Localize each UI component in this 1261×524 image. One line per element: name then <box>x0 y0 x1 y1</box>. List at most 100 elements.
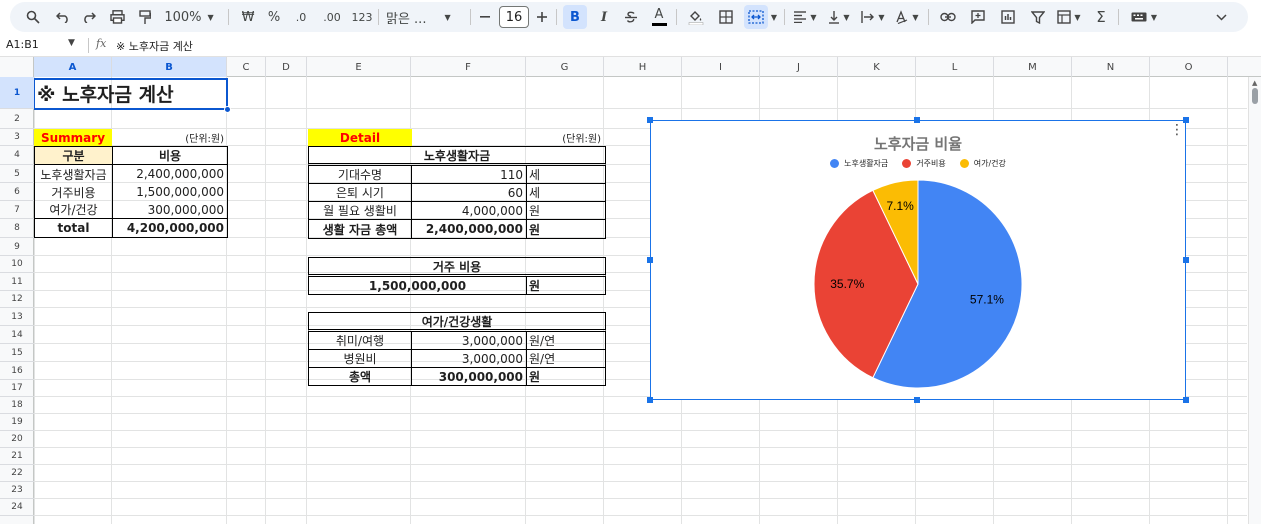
currency-format-button[interactable]: ₩ <box>238 0 258 34</box>
summary-row-label[interactable]: 여가/건강 <box>34 201 113 219</box>
formula-input[interactable]: ※ 노후자금 계산 <box>116 38 193 54</box>
row-header[interactable]: 13 <box>0 308 34 326</box>
row-header[interactable]: 9 <box>0 238 34 256</box>
living-row-unit[interactable]: 원 <box>526 202 606 220</box>
summary-header-category[interactable]: 구분 <box>34 146 113 165</box>
row-header[interactable]: 24 <box>0 499 34 516</box>
row-header[interactable]: 22 <box>0 465 34 482</box>
row-header[interactable]: 4 <box>0 146 34 165</box>
percent-format-button[interactable]: % <box>264 0 284 34</box>
italic-button[interactable]: I <box>593 0 615 34</box>
merge-cells-icon[interactable] <box>744 5 768 29</box>
chart-resize-handle[interactable] <box>914 117 920 123</box>
select-all-corner[interactable] <box>0 57 34 77</box>
insert-link-icon[interactable] <box>936 0 960 34</box>
row-header[interactable]: 14 <box>0 326 34 344</box>
living-row-value[interactable]: 110 <box>411 166 527 184</box>
name-box[interactable]: A1:B1 <box>6 38 39 51</box>
summary-row-label[interactable]: 거주비용 <box>34 183 113 201</box>
chart-resize-handle[interactable] <box>647 257 653 263</box>
strikethrough-icon[interactable] <box>620 0 642 34</box>
living-row-unit[interactable]: 세 <box>526 166 606 184</box>
column-header[interactable]: H <box>604 57 682 77</box>
bold-button[interactable]: B <box>563 5 587 29</box>
leisure-header-cell[interactable]: 여가/건강생활 <box>308 312 606 332</box>
summary-row-value[interactable]: 300,000,000 <box>112 201 228 219</box>
text-rotation-icon[interactable]: ▼ <box>892 0 922 34</box>
text-color-button[interactable]: A <box>648 0 670 34</box>
row-header[interactable]: 7 <box>0 201 34 219</box>
row-header[interactable]: 8 <box>0 219 34 238</box>
row-header[interactable]: 16 <box>0 362 34 380</box>
column-header[interactable]: E <box>307 57 411 77</box>
housing-header-cell[interactable]: 거주 비용 <box>308 257 606 277</box>
row-header[interactable]: 1 <box>0 77 34 109</box>
column-header[interactable]: O <box>1150 57 1228 77</box>
print-icon[interactable] <box>106 0 128 34</box>
chevron-down-icon[interactable]: ▼ <box>68 38 75 48</box>
column-header[interactable]: G <box>526 57 604 77</box>
functions-icon[interactable]: Σ <box>1090 0 1112 34</box>
column-header[interactable]: A <box>34 57 112 77</box>
chart-resize-handle[interactable] <box>647 117 653 123</box>
column-header[interactable]: I <box>682 57 760 77</box>
living-row-label[interactable]: 월 필요 생활비 <box>308 202 412 220</box>
text-wrapping-icon[interactable]: ▼ <box>858 0 888 34</box>
search-menus-icon[interactable] <box>22 0 44 34</box>
column-header[interactable]: F <box>411 57 526 77</box>
living-header-cell[interactable]: 노후생활자금 <box>308 146 606 166</box>
row-header[interactable]: 18 <box>0 397 34 414</box>
row-header[interactable]: 5 <box>0 165 34 183</box>
row-header[interactable]: 19 <box>0 414 34 431</box>
detail-unit-cell[interactable]: (단위:원) <box>526 129 604 146</box>
column-header[interactable]: J <box>760 57 838 77</box>
redo-icon[interactable] <box>78 0 100 34</box>
summary-unit-cell[interactable]: (단위:원) <box>112 129 227 146</box>
column-header[interactable]: D <box>266 57 307 77</box>
leisure-row-value[interactable]: 3,000,000 <box>411 332 527 350</box>
decrease-decimal-button[interactable]: .0 <box>288 0 314 34</box>
row-header[interactable]: 20 <box>0 431 34 448</box>
summary-row-value[interactable]: 1,500,000,000 <box>112 183 228 201</box>
chart-resize-handle[interactable] <box>1183 397 1189 403</box>
row-header[interactable]: 3 <box>0 129 34 146</box>
housing-unit-cell[interactable]: 원 <box>526 277 606 295</box>
row-header[interactable]: 23 <box>0 482 34 499</box>
leisure-row-label[interactable]: 취미/여행 <box>308 332 412 350</box>
column-header[interactable]: N <box>1072 57 1150 77</box>
scroll-thumb[interactable] <box>1252 88 1258 104</box>
zoom-select[interactable]: 100% ▼ <box>164 0 214 34</box>
leisure-total-label[interactable]: 총액 <box>308 368 412 386</box>
fill-color-icon[interactable] <box>684 0 708 34</box>
font-family-select[interactable]: 맑은 ... ▼ <box>386 0 466 34</box>
row-header[interactable]: 12 <box>0 291 34 308</box>
housing-value-cell[interactable]: 1,500,000,000 <box>308 277 527 295</box>
vertical-scrollbar[interactable]: ▲ <box>1248 77 1261 524</box>
input-tools-icon[interactable]: ▼ <box>1126 0 1162 34</box>
leisure-row-label[interactable]: 병원비 <box>308 350 412 368</box>
row-header[interactable]: 17 <box>0 380 34 397</box>
leisure-total-value[interactable]: 300,000,000 <box>411 368 527 386</box>
font-size-input[interactable]: 16 <box>499 6 529 28</box>
filter-icon[interactable] <box>1026 0 1050 34</box>
chart-resize-handle[interactable] <box>1183 257 1189 263</box>
living-row-value[interactable]: 4,000,000 <box>411 202 527 220</box>
decrease-font-size-button[interactable] <box>476 0 494 34</box>
living-row-unit[interactable]: 세 <box>526 184 606 202</box>
summary-row-label[interactable]: 노후생활자금 <box>34 165 113 183</box>
column-header[interactable]: K <box>838 57 916 77</box>
leisure-row-value[interactable]: 3,000,000 <box>411 350 527 368</box>
chart-resize-handle[interactable] <box>647 397 653 403</box>
summary-header-cost[interactable]: 비용 <box>112 146 228 165</box>
row-header[interactable]: 10 <box>0 256 34 273</box>
leisure-row-unit[interactable]: 원/연 <box>526 332 606 350</box>
more-formats-button[interactable]: 123 <box>350 0 374 34</box>
row-header[interactable]: 2 <box>0 109 34 129</box>
living-row-label[interactable]: 은퇴 시기 <box>308 184 412 202</box>
pie-chart[interactable]: 노후자금 비율 ⋮ 노후생활자금 거주비용 여가/건강 57.1% 35.7% 7.1% <box>650 120 1186 400</box>
detail-label-cell[interactable]: Detail <box>308 129 412 146</box>
summary-total-label[interactable]: total <box>34 219 113 238</box>
undo-icon[interactable] <box>52 0 74 34</box>
row-header[interactable]: 21 <box>0 448 34 465</box>
paint-format-icon[interactable] <box>134 0 156 34</box>
